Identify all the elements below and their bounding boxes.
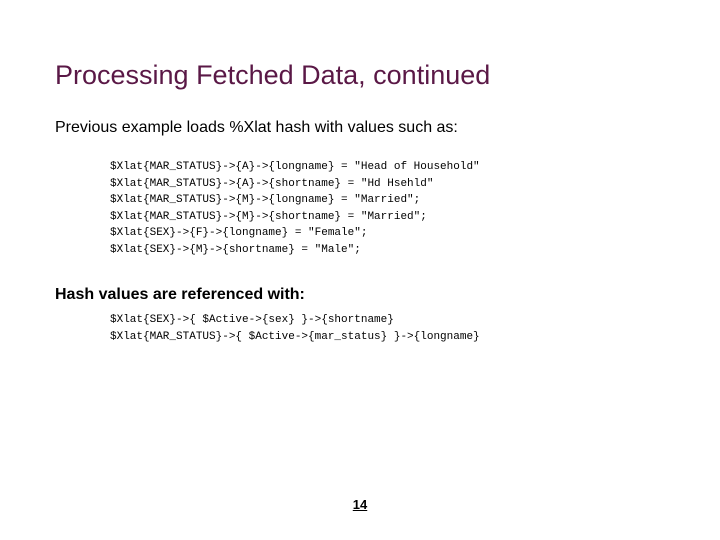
slide-title: Processing Fetched Data, continued bbox=[55, 60, 665, 91]
code-block-1: $Xlat{MAR_STATUS}->{A}->{longname} = "He… bbox=[55, 159, 665, 258]
code-block-2: $Xlat{SEX}->{ $Active->{sex} }->{shortna… bbox=[55, 312, 665, 345]
section-heading: Hash values are referenced with: bbox=[55, 286, 665, 304]
intro-text: Previous example loads %Xlat hash with v… bbox=[55, 119, 665, 137]
slide-content: Processing Fetched Data, continued Previ… bbox=[0, 0, 720, 345]
page-number: 14 bbox=[0, 497, 720, 512]
